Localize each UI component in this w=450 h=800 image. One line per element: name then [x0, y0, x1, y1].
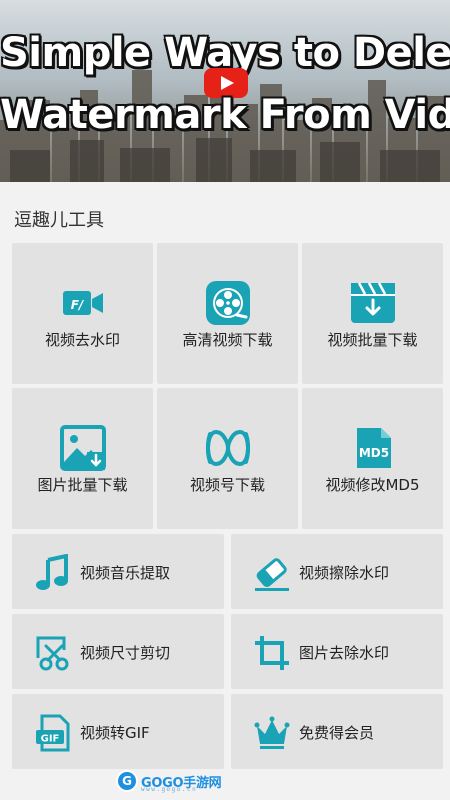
- eraser-icon: [253, 554, 291, 592]
- video-watermark-icon: F/: [59, 279, 107, 327]
- tool-label: 高清视频下载: [182, 331, 273, 349]
- tool-image-remove-watermark[interactable]: 图片去除水印: [231, 614, 443, 689]
- tool-video-change-md5[interactable]: MD5 视频修改MD5: [302, 388, 443, 529]
- tool-label: 图片去除水印: [299, 644, 390, 662]
- tool-label: 视频擦除水印: [299, 564, 390, 582]
- tool-batch-video-download[interactable]: 视频批量下载: [302, 243, 443, 384]
- gif-file-icon: GIF: [34, 714, 72, 752]
- crown-icon: [253, 714, 291, 752]
- tool-label: 视频转GIF: [80, 724, 150, 742]
- music-note-icon: [34, 554, 72, 592]
- site-watermark: G GOGO手游网 www.gogo.cn: [116, 769, 222, 793]
- tool-label: 视频音乐提取: [80, 564, 171, 582]
- tool-label: 视频尺寸剪切: [80, 644, 171, 662]
- tool-label: 图片批量下载: [37, 476, 128, 494]
- watermark-url: www.gogo.cn: [141, 786, 198, 793]
- infinity-loop-icon: [204, 424, 252, 472]
- tool-label: 视频号下载: [189, 476, 265, 494]
- tool-video-erase-watermark[interactable]: 视频擦除水印: [231, 534, 443, 609]
- image-download-icon: [59, 424, 107, 472]
- tool-video-to-gif[interactable]: GIF 视频转GIF: [12, 694, 224, 769]
- promo-banner[interactable]: Simple Ways to Delete Watermark From Vid…: [0, 0, 450, 182]
- svg-text:F/: F/: [70, 298, 84, 312]
- clapper-download-icon: [349, 279, 397, 327]
- tool-video-remove-watermark[interactable]: F/ 视频去水印: [12, 243, 153, 384]
- tool-free-membership[interactable]: 免费得会员: [231, 694, 443, 769]
- tool-label: 免费得会员: [299, 724, 375, 742]
- tool-hd-video-download[interactable]: 高清视频下载: [157, 243, 298, 384]
- tool-video-music-extract[interactable]: 视频音乐提取: [12, 534, 224, 609]
- film-reel-icon: [204, 279, 252, 327]
- tool-label: 视频修改MD5: [325, 476, 420, 494]
- tool-label: 视频批量下载: [327, 331, 418, 349]
- tool-batch-image-download[interactable]: 图片批量下载: [12, 388, 153, 529]
- md5-file-text: MD5: [358, 446, 388, 460]
- crop-icon: [253, 634, 291, 672]
- banner-title-line2: Watermark From Video: [0, 92, 450, 138]
- md5-file-icon: MD5: [349, 424, 397, 472]
- tool-video-size-crop[interactable]: 视频尺寸剪切: [12, 614, 224, 689]
- tool-label: 视频去水印: [44, 331, 120, 349]
- scissors-icon: [34, 634, 72, 672]
- section-title: 逗趣儿工具: [14, 210, 104, 231]
- watermark-logo-icon: G: [116, 770, 138, 792]
- gif-file-text: GIF: [41, 734, 60, 745]
- tool-channel-video-download[interactable]: 视频号下载: [157, 388, 298, 529]
